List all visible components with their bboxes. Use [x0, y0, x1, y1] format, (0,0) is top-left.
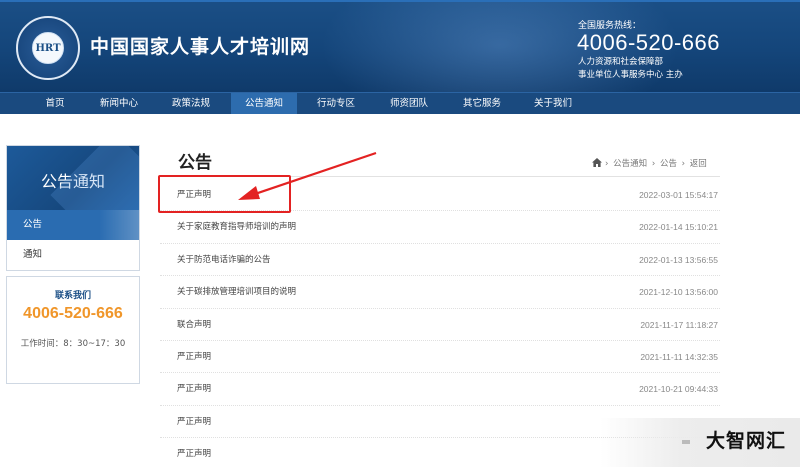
list-item[interactable]: 严正声明 2021-11-11 14:32:35: [160, 341, 720, 374]
site-logo[interactable]: HRT: [16, 16, 80, 80]
list-item[interactable]: 严正声明 2021-10-21 09:44:33: [160, 373, 720, 406]
list-item[interactable]: 关于家庭教育指导师培训的声明 2022-01-14 15:10:21: [160, 211, 720, 244]
nav-item-policy[interactable]: 政策法规: [159, 93, 223, 114]
list-item-title[interactable]: 关于碳排放管理培训项目的说明: [177, 276, 296, 308]
sidebar-item-label: 通知: [23, 249, 43, 260]
highlight-box: [158, 175, 291, 213]
nav-item-teachers[interactable]: 师资团队: [376, 93, 442, 114]
list-item-date: 2021-10-21 09:44:33: [639, 384, 718, 395]
contact-title: 联系我们: [54, 291, 91, 301]
list-item-title[interactable]: 严正声明: [177, 438, 211, 467]
main-nav: 首页 新闻中心 政策法规 公告通知 行动专区 师资团队 其它服务 关于我们: [0, 92, 800, 114]
hotline-host: 事业单位人事服务中心 主办: [578, 70, 683, 80]
sidebar-item-announcement[interactable]: 公告: [7, 210, 139, 240]
nav-item-action-zone[interactable]: 行动专区: [305, 93, 367, 114]
nav-item-about[interactable]: 关于我们: [522, 93, 584, 114]
contact-hours: 工作时间：8：30~17：30: [20, 339, 126, 349]
site-title[interactable]: 中国国家人事人才培训网: [90, 32, 310, 59]
hotline-number: 4006-520-666: [577, 30, 721, 55]
contact-phone: 4006-520-666: [23, 305, 123, 322]
nav-item-home[interactable]: 首页: [31, 93, 79, 114]
list-item[interactable]: 关于碳排放管理培训项目的说明 2021-12-10 13:56:00: [160, 276, 720, 309]
sidebar-item-label: 公告: [23, 219, 43, 230]
sidebar-title: 公告通知: [40, 172, 105, 191]
list-item-date: 2021-11-17 11:18:27: [640, 319, 718, 330]
site-header: HRT 中国国家人事人才培训网 全国服务热线： 4006-520-666 人力资…: [0, 0, 800, 92]
list-item[interactable]: 联合声明 2021-11-17 11:18:27: [160, 309, 720, 341]
page-title: 公告: [178, 153, 212, 173]
watermark: 大智网汇: [706, 430, 787, 452]
breadcrumb-sep-icon: ›: [605, 159, 609, 169]
home-icon[interactable]: [592, 158, 602, 167]
list-item-title[interactable]: 严正声明: [177, 406, 211, 438]
list-item-date: 2022-01-14 15:10:21: [639, 222, 718, 233]
sidebar-menu: 公告通知 公告 通知: [6, 145, 140, 271]
list-item-title[interactable]: 联合声明: [177, 309, 211, 341]
list-item-title[interactable]: 严正声明: [177, 373, 211, 405]
list-item-title[interactable]: 严正声明: [177, 341, 211, 373]
sidebar-header: 公告通知: [7, 146, 139, 210]
list-item-date: 2022-01-13 13:56:55: [639, 254, 718, 265]
logo-emblem: HRT: [32, 32, 64, 64]
breadcrumb-announcement[interactable]: 公告: [660, 159, 677, 169]
sidebar-item-notice[interactable]: 通知: [7, 240, 139, 270]
nav-item-other-services[interactable]: 其它服务: [450, 93, 514, 114]
nav-item-notices[interactable]: 公告通知: [231, 93, 297, 114]
hotline-organizer: 人力资源和社会保障部: [578, 57, 664, 67]
list-item-title[interactable]: 关于家庭教育指导师培训的声明: [177, 211, 296, 243]
nav-item-news[interactable]: 新闻中心: [89, 93, 149, 114]
breadcrumb-sep-icon: ›: [651, 159, 656, 169]
breadcrumb-sep-icon: ›: [681, 159, 686, 169]
watermark-mark: [682, 440, 690, 444]
breadcrumb: › 公告通知 › 公告 › 返回: [592, 157, 709, 169]
list-item-date: 2022-03-01 15:54:17: [639, 190, 718, 200]
contact-panel: 联系我们 4006-520-666 工作时间：8：30~17：30: [6, 276, 140, 384]
breadcrumb-back[interactable]: 返回: [690, 159, 707, 169]
list-item[interactable]: 关于防范电话诈骗的公告 2022-01-13 13:56:55: [160, 244, 720, 277]
list-item-date: 2021-11-11 14:32:35: [640, 351, 718, 362]
list-item-title[interactable]: 关于防范电话诈骗的公告: [177, 244, 271, 276]
list-item-date: 2021-12-10 13:56:00: [639, 287, 718, 298]
breadcrumb-notices[interactable]: 公告通知: [613, 159, 647, 169]
